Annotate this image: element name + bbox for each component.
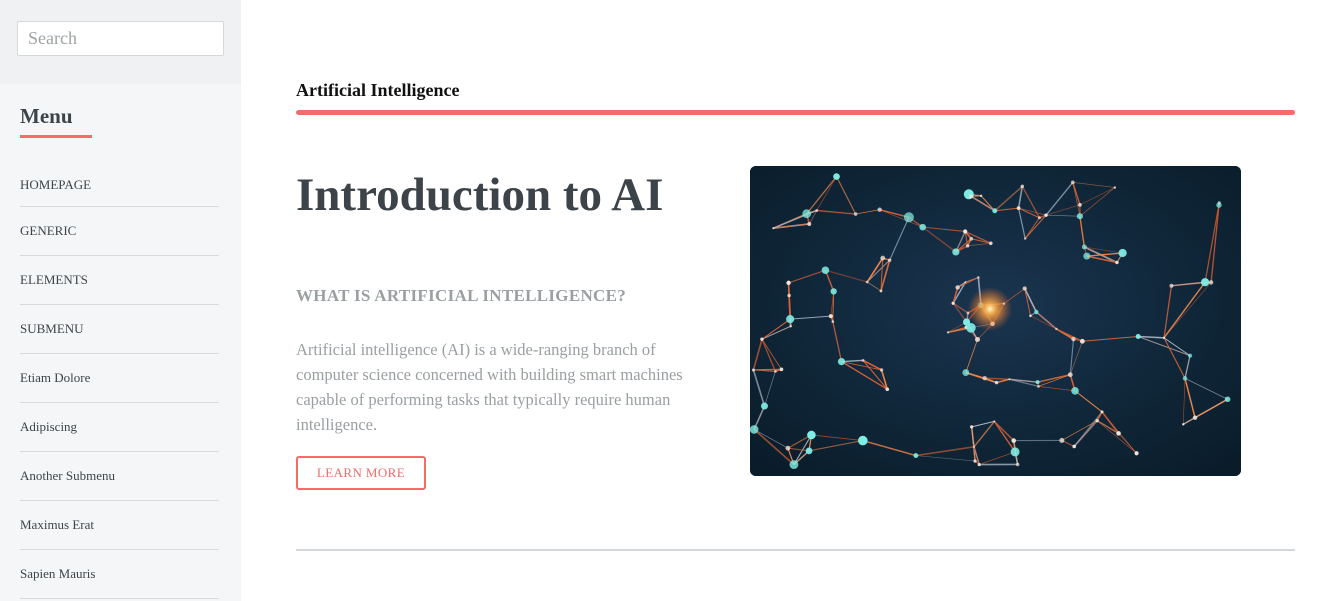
menu-header: Menu — [0, 84, 241, 138]
menu-list: HOMEPAGE GENERIC ELEMENTS SUBMENU Etiam … — [20, 164, 219, 599]
menu-item-elements[interactable]: ELEMENTS — [20, 256, 219, 305]
header-accent-bar — [296, 110, 1295, 115]
menu-item-sapien-mauris[interactable]: Sapien Mauris — [20, 550, 219, 599]
menu-item-maximus-erat[interactable]: Maximus Erat — [20, 501, 219, 550]
intro-body-text: Artificial intelligence (AI) is a wide-r… — [296, 340, 683, 434]
section-divider — [296, 549, 1295, 551]
intro-heading: Introduction to AI — [296, 169, 664, 221]
page-title: Artificial Intelligence — [296, 80, 460, 100]
menu-item-generic[interactable]: GENERIC — [20, 207, 219, 256]
menu-item-another-submenu[interactable]: Another Submenu — [20, 452, 219, 501]
main-content: Artificial Intelligence Introduction to … — [296, 0, 1295, 601]
search-input[interactable] — [17, 21, 224, 56]
intro-subheading: WHAT IS ARTIFICIAL INTELLIGENCE? — [296, 286, 627, 305]
menu-item-homepage[interactable]: HOMEPAGE — [20, 164, 219, 207]
sidebar: Menu HOMEPAGE GENERIC ELEMENTS SUBMENU E… — [0, 0, 241, 601]
menu-item-adipiscing[interactable]: Adipiscing — [20, 403, 219, 452]
menu-title: Menu — [20, 104, 92, 138]
menu-item-etiam-dolore[interactable]: Etiam Dolore — [20, 354, 219, 403]
neural-network-image — [750, 166, 1241, 476]
learn-more-button[interactable]: LEARN MORE — [296, 456, 426, 490]
search-section — [0, 0, 241, 84]
menu-item-submenu[interactable]: SUBMENU — [20, 305, 219, 354]
